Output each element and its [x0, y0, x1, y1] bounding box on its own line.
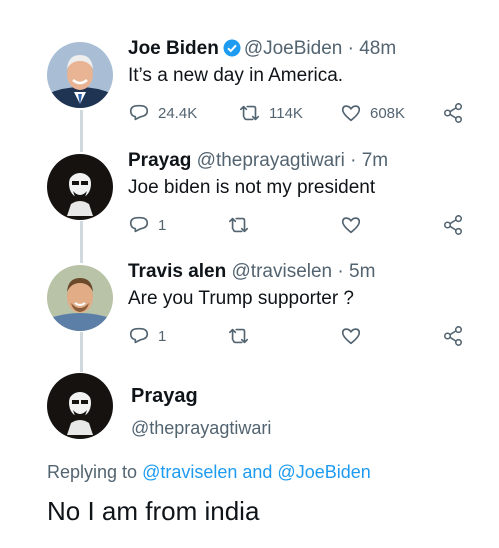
- tweet-text: Joe biden is not my president: [128, 177, 376, 198]
- separator-dot: ·: [350, 150, 357, 171]
- verified-badge-icon: [223, 39, 241, 63]
- retweet-icon: [240, 105, 260, 121]
- reply-icon: [129, 216, 149, 233]
- retweet-button[interactable]: [228, 324, 250, 348]
- author-handle[interactable]: @theprayagtiwari: [197, 150, 345, 171]
- share-icon: [443, 215, 463, 235]
- tweet-header: Prayag @theprayagtiwari · 7m: [128, 150, 388, 172]
- separator-dot: ·: [347, 38, 354, 59]
- author-handle[interactable]: @traviselen: [232, 261, 333, 282]
- tweet-text: Are you Trump supporter ?: [128, 288, 354, 309]
- like-button[interactable]: [340, 213, 362, 237]
- heart-icon: [341, 105, 361, 122]
- share-icon: [443, 103, 463, 123]
- reply-icon: [129, 327, 149, 344]
- mention-link[interactable]: @traviselen: [142, 462, 237, 482]
- author-handle[interactable]: @JoeBiden: [244, 38, 343, 59]
- separator-dot: ·: [337, 261, 344, 282]
- retweet-icon: [229, 328, 249, 344]
- retweet-button[interactable]: [228, 213, 250, 237]
- avatar-image: [47, 373, 113, 439]
- reply-count: 1: [158, 327, 167, 345]
- avatar[interactable]: [47, 265, 113, 331]
- replying-prefix: Replying to: [47, 462, 143, 482]
- avatar[interactable]: [47, 42, 113, 108]
- reply-count: 24.4K: [158, 104, 198, 122]
- reply-count: 1: [158, 216, 167, 234]
- like-button[interactable]: 608K: [340, 101, 405, 125]
- tweet-header: Travis alen @traviselen · 5m: [128, 261, 375, 283]
- tweet-header: Joe Biden @JoeBiden · 48m: [128, 38, 396, 63]
- avatar-image: [47, 42, 113, 108]
- avatar-image: [47, 265, 113, 331]
- like-button[interactable]: [340, 324, 362, 348]
- like-count: 608K: [370, 104, 406, 122]
- tweet-travis-alen[interactable]: Travis alen @traviselen · 5m Are you Tru…: [0, 261, 499, 361]
- retweet-button[interactable]: 114K: [239, 101, 303, 125]
- share-button[interactable]: [442, 213, 464, 237]
- replying-joiner: and: [237, 462, 278, 482]
- author-name[interactable]: Travis alen: [128, 261, 226, 282]
- replying-to: Replying to @traviselen and @JoeBiden: [47, 462, 371, 483]
- reply-button[interactable]: 1: [128, 213, 166, 237]
- avatar-image: [47, 154, 113, 220]
- author-name[interactable]: Prayag: [131, 385, 198, 408]
- author-name[interactable]: Prayag: [128, 150, 191, 171]
- action-bar: 24.4K 114K 608K: [128, 101, 478, 125]
- author-name[interactable]: Joe Biden: [128, 38, 219, 59]
- timestamp[interactable]: 48m: [359, 38, 396, 59]
- avatar[interactable]: [47, 154, 113, 220]
- tweet-joe-biden[interactable]: Joe Biden @JoeBiden · 48m It’s a new day …: [0, 38, 499, 138]
- reply-button[interactable]: 24.4K: [128, 101, 197, 125]
- avatar[interactable]: [47, 373, 113, 439]
- heart-icon: [341, 217, 361, 234]
- tweet-text: It’s a new day in America.: [128, 65, 344, 86]
- share-button[interactable]: [442, 324, 464, 348]
- author-handle[interactable]: @theprayagtiwari: [131, 418, 271, 439]
- retweet-icon: [229, 217, 249, 233]
- reply-button[interactable]: 1: [128, 324, 166, 348]
- action-bar: 1: [128, 213, 478, 237]
- action-bar: 1: [128, 324, 478, 348]
- share-icon: [443, 326, 463, 346]
- tweet-text: No I am from india: [47, 496, 260, 526]
- timestamp[interactable]: 5m: [349, 261, 375, 282]
- heart-icon: [341, 328, 361, 345]
- share-button[interactable]: [442, 101, 464, 125]
- retweet-count: 114K: [269, 104, 303, 122]
- reply-icon: [129, 104, 149, 121]
- tweet-prayag[interactable]: Prayag @theprayagtiwari · 7m Joe biden i…: [0, 150, 499, 250]
- timestamp[interactable]: 7m: [362, 150, 388, 171]
- mention-link[interactable]: @JoeBiden: [277, 462, 370, 482]
